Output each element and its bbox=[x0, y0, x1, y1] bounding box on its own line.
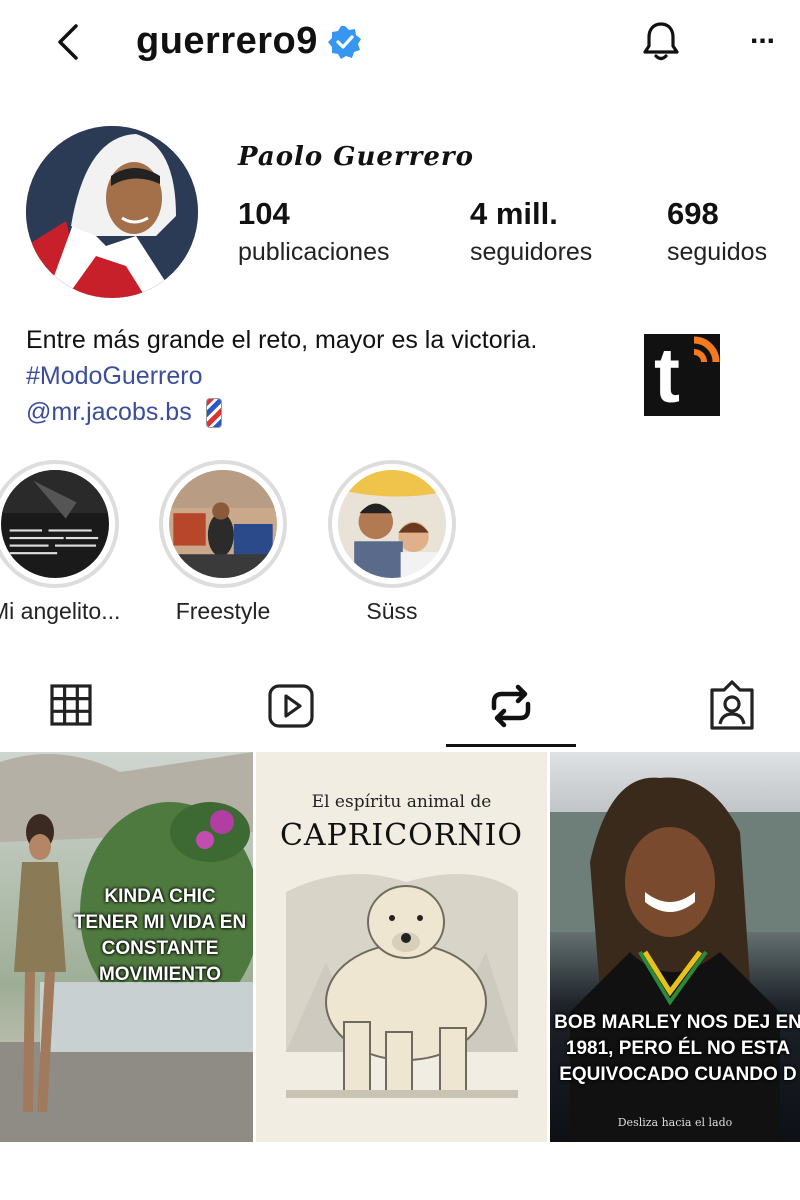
posts-grid: KINDA CHIC TENER MI VIDA EN CONSTANTE MO… bbox=[0, 752, 800, 1142]
swipe-hint: Desliza hacia el lado bbox=[617, 1116, 733, 1129]
highlight-cover bbox=[338, 470, 446, 578]
highlight-mi-angelito[interactable]: Mi angelito... bbox=[0, 460, 120, 625]
posts-count: 104 bbox=[238, 196, 290, 231]
watermark-logo: t bbox=[644, 334, 720, 416]
highlight-label: Freestyle bbox=[175, 598, 271, 624]
reels-play-icon bbox=[268, 684, 314, 728]
highlight-cover bbox=[169, 470, 277, 578]
stat-followers[interactable]: 4 mill. seguidores bbox=[470, 196, 592, 267]
tagged-person-icon bbox=[710, 680, 754, 730]
chevron-left-icon bbox=[58, 24, 78, 60]
repost-icon bbox=[491, 684, 531, 728]
more-options-button[interactable]: ... bbox=[750, 19, 790, 54]
following-count: 698 bbox=[667, 196, 719, 231]
grid-icon bbox=[50, 684, 92, 726]
highlight-label: Süss bbox=[366, 598, 418, 624]
posts-label: publicaciones bbox=[238, 238, 390, 266]
followers-label: seguidores bbox=[470, 238, 593, 266]
tab-reels[interactable] bbox=[262, 676, 322, 736]
followers-count: 4 mill. bbox=[470, 196, 558, 231]
post-thumbnail[interactable]: BOB MARLEY NOS DEJ EN 1981, PERO ÉL NO E… bbox=[550, 752, 800, 1142]
back-button[interactable] bbox=[50, 22, 90, 62]
post-thumbnail[interactable]: El espíritu animal de CAPRICORNIO bbox=[256, 752, 547, 1142]
profile-avatar[interactable] bbox=[26, 126, 198, 298]
bio-mention[interactable]: @mr.jacobs.bs bbox=[26, 398, 192, 426]
polar-bear-illustration bbox=[286, 874, 518, 1098]
username-text: guerrero9 bbox=[136, 20, 318, 62]
profile-header: guerrero9 ... bbox=[0, 0, 800, 90]
display-name: Paolo Guerrero bbox=[238, 142, 474, 172]
highlight-suss[interactable]: Süss bbox=[327, 460, 457, 625]
post-overlay-text: KINDA CHIC TENER MI VIDA EN CONSTANTE MO… bbox=[73, 886, 247, 985]
notifications-button[interactable] bbox=[638, 18, 684, 64]
logo-letter: t bbox=[654, 331, 680, 419]
tab-tagged[interactable] bbox=[702, 676, 762, 736]
active-tab-indicator bbox=[446, 744, 576, 747]
highlight-label: Mi angelito... bbox=[0, 598, 121, 624]
highlight-ring bbox=[0, 460, 119, 588]
post-overlay-text: BOB MARLEY NOS DEJ EN 1981, PERO ÉL NO E… bbox=[554, 1012, 800, 1085]
post-thumbnail[interactable]: KINDA CHIC TENER MI VIDA EN CONSTANTE MO… bbox=[0, 752, 253, 1142]
highlight-cover bbox=[1, 470, 109, 578]
following-label: seguidos bbox=[667, 238, 768, 266]
bio-text: Entre más grande el reto, mayor es la vi… bbox=[26, 326, 538, 354]
verified-badge-icon bbox=[327, 25, 361, 59]
tab-posts-grid[interactable] bbox=[42, 676, 102, 736]
profile-bio: Entre más grande el reto, mayor es la vi… bbox=[26, 322, 537, 430]
highlight-ring bbox=[328, 460, 456, 588]
tab-reposts[interactable] bbox=[482, 676, 542, 736]
stat-following[interactable]: 698 seguidos bbox=[667, 196, 767, 267]
barber-pole-icon bbox=[205, 398, 222, 429]
profile-username: guerrero9 bbox=[136, 20, 362, 63]
more-dots-icon: ... bbox=[750, 17, 776, 50]
highlight-ring bbox=[159, 460, 287, 588]
avatar-photo bbox=[26, 126, 198, 298]
stat-posts[interactable]: 104 publicaciones bbox=[238, 196, 390, 267]
highlight-freestyle[interactable]: Freestyle bbox=[158, 460, 288, 625]
bio-hashtag[interactable]: #ModoGuerrero bbox=[26, 358, 537, 394]
bell-icon bbox=[643, 22, 679, 61]
profile-tabs bbox=[0, 676, 800, 748]
